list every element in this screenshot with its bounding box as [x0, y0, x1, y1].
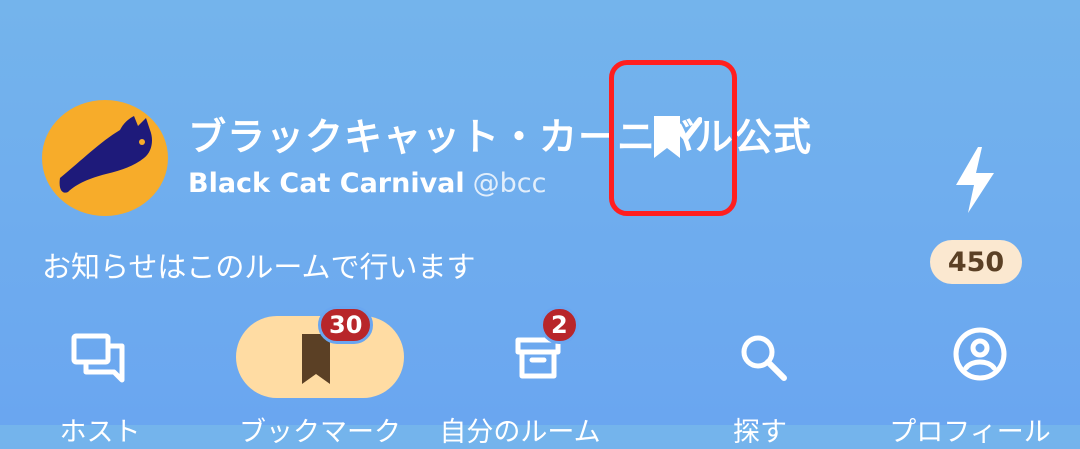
nav-item-profile[interactable]: プロフィール — [870, 300, 1070, 448]
room-description: お知らせはこのルームで行います — [42, 250, 476, 284]
room-subtitle: Black Cat Carnival @bcc — [188, 168, 547, 199]
nav-label-profile: プロフィール — [889, 417, 1051, 448]
search-icon — [736, 330, 796, 390]
nav-item-search[interactable]: 探す — [660, 300, 860, 448]
nav-item-rooms[interactable]: ホスト — [0, 300, 200, 448]
nav-label-bookmarks: ブックマーク — [239, 417, 401, 448]
nav-item-my-rooms[interactable]: 2 自分のルーム — [420, 300, 620, 448]
room-avatar[interactable] — [42, 100, 168, 216]
lightning-icon[interactable] — [948, 145, 1002, 215]
highlight-box — [609, 60, 737, 216]
room-name: Black Cat Carnival — [188, 168, 465, 199]
score-badge: 450 — [930, 240, 1022, 284]
room-handle: @bcc — [472, 168, 547, 199]
nav-label-rooms: ホスト — [59, 417, 141, 448]
badge-bookmarks: 30 — [318, 306, 374, 344]
badge-my-rooms: 2 — [540, 306, 579, 344]
nav-label-my-rooms: 自分のルーム — [439, 417, 601, 448]
profile-icon — [952, 326, 1012, 386]
bottom-nav: ホスト 30 ブックマーク 2 自分のルーム 探す プロフィール — [0, 300, 1080, 448]
nav-item-bookmarks[interactable]: 30 ブックマーク — [200, 300, 404, 448]
black-cat-logo-icon — [59, 116, 153, 193]
nav-label-search: 探す — [733, 417, 787, 448]
chat-bubbles-icon — [70, 328, 130, 388]
